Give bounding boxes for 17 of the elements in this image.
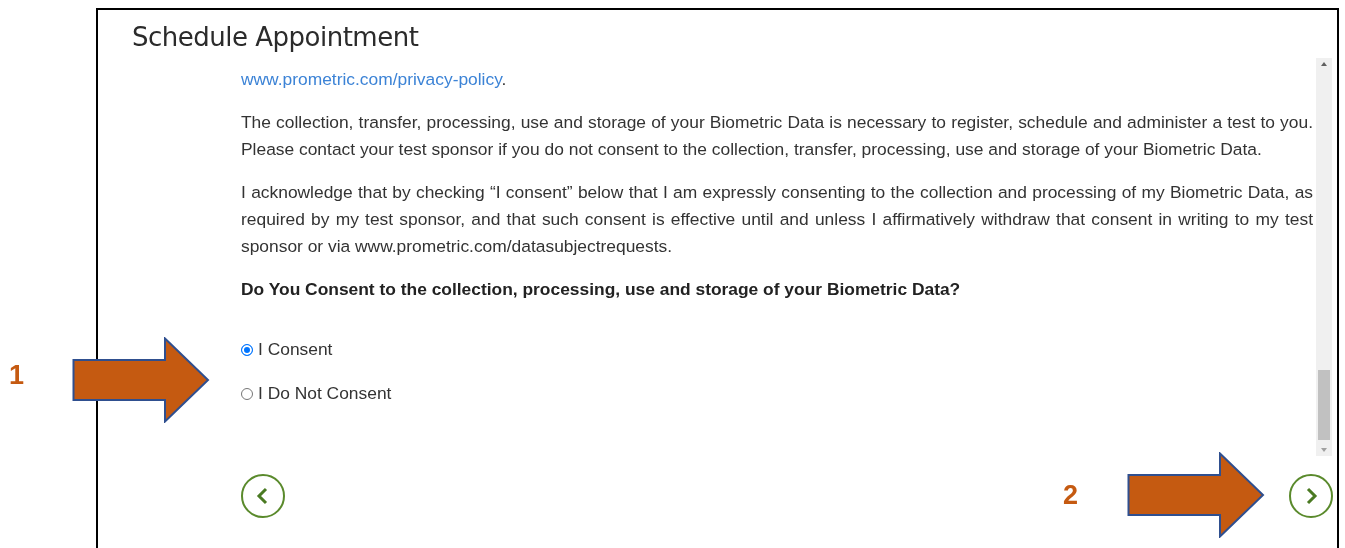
- step-number: 2: [1063, 480, 1079, 510]
- option-label[interactable]: I Consent: [258, 336, 333, 363]
- consent-question: Do You Consent to the collection, processing, use and storage of your Biometric Data?: [241, 278, 962, 301]
- step-number: 1: [9, 360, 25, 390]
- paragraph: The collection, transfer, processing, use and storage of your Biometric Data is necessary to register, schedule and administer a test to you. Please contact your test sponsor if you do not consent to the collection, transfer, processing, use and storage of your Biometric Data.: [241, 111, 1313, 161]
- arrow-icon: [72, 337, 210, 423]
- scrollbar[interactable]: [1316, 58, 1332, 456]
- page-title: Schedule Appointment: [131, 21, 420, 54]
- paragraph: www.prometric.com/privacy-policy.: [241, 68, 508, 91]
- scrollbar-thumb[interactable]: [1318, 370, 1330, 440]
- arrow-icon: [1127, 452, 1265, 538]
- option-label[interactable]: I Do Not Consent: [258, 380, 392, 407]
- next-button[interactable]: [1289, 474, 1333, 518]
- back-button[interactable]: [241, 474, 285, 518]
- paragraph: I acknowledge that by checking “I consent” below that I am expressly consenting to the collection and processing of my Biometric Data, as required by my test sponsor, and that such consent is effective until and unless I affirmatively withdraw that consent in writing to my test sponsor or via www.prometric.com/datasubjectrequests.: [241, 181, 1313, 258]
- radio-button[interactable]: [241, 343, 253, 356]
- privacy-link[interactable]: www.prometric.com/privacy-policy: [241, 69, 502, 89]
